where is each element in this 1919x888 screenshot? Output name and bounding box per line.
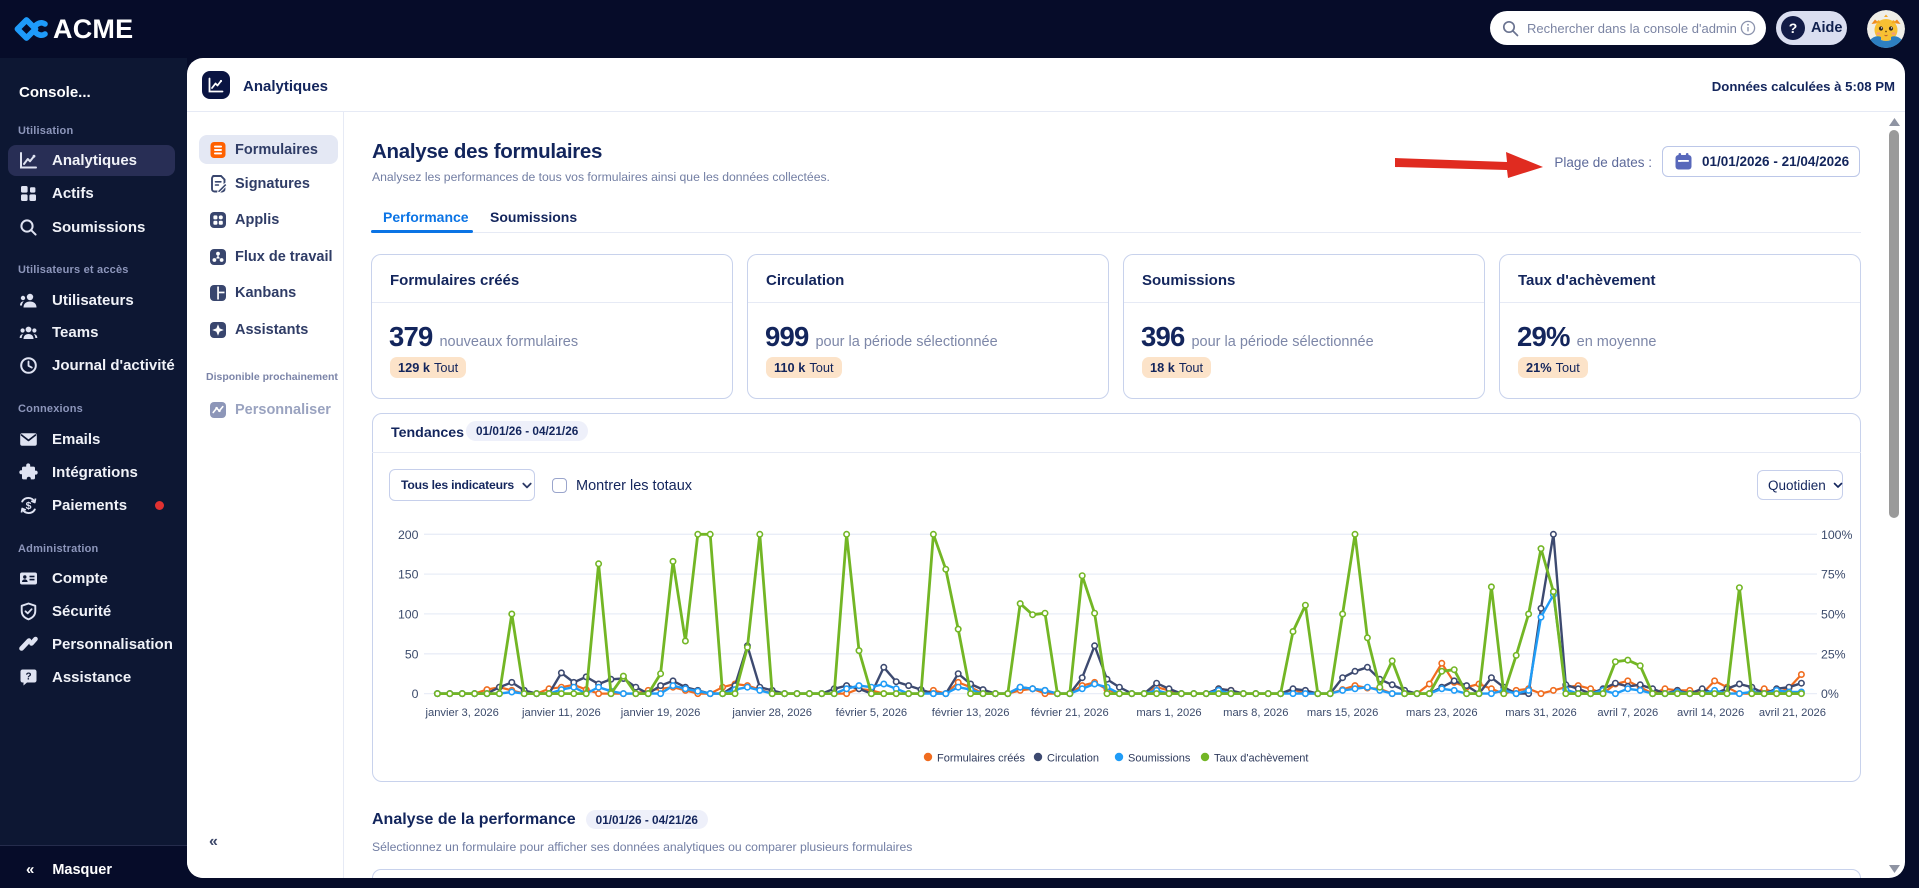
svg-text:mars 1, 2026: mars 1, 2026 (1136, 707, 1201, 719)
svg-text:25%: 25% (1821, 647, 1846, 661)
svg-text:50%: 50% (1821, 607, 1846, 621)
svg-text:100%: 100% (1821, 528, 1853, 542)
svg-text:avril 21, 2026: avril 21, 2026 (1759, 707, 1826, 719)
svg-text:Circulation: Circulation (1047, 753, 1099, 765)
svg-text:janvier 11, 2026: janvier 11, 2026 (521, 707, 601, 719)
svg-text:janvier 19, 2026: janvier 19, 2026 (620, 707, 701, 719)
svg-text:$: $ (26, 500, 32, 512)
svg-text:février 5, 2026: février 5, 2026 (836, 707, 908, 719)
svg-text:mars 8, 2026: mars 8, 2026 (1223, 707, 1288, 719)
svg-text:Formulaires créés: Formulaires créés (937, 753, 1026, 765)
svg-text:mars 23, 2026: mars 23, 2026 (1406, 707, 1478, 719)
svg-text:75%: 75% (1821, 568, 1846, 582)
svg-text:février 13, 2026: février 13, 2026 (932, 707, 1010, 719)
svg-text:50: 50 (405, 647, 419, 661)
svg-text:?: ? (25, 671, 31, 682)
svg-text:janvier 28, 2026: janvier 28, 2026 (731, 707, 812, 719)
svg-text:150: 150 (398, 568, 419, 582)
svg-text:Taux d'achèvement: Taux d'achèvement (1214, 753, 1308, 765)
svg-text:200: 200 (398, 528, 419, 542)
svg-text:février 21, 2026: février 21, 2026 (1031, 707, 1109, 719)
svg-text:avril 7, 2026: avril 7, 2026 (1597, 707, 1658, 719)
svg-text:janvier 3, 2026: janvier 3, 2026 (424, 707, 498, 719)
svg-text:Soumissions: Soumissions (1128, 753, 1191, 765)
svg-text:0: 0 (412, 687, 419, 701)
svg-text:mars 31, 2026: mars 31, 2026 (1505, 707, 1577, 719)
svg-text:0%: 0% (1821, 687, 1839, 701)
svg-text:100: 100 (398, 607, 419, 621)
svg-text:avril 14, 2026: avril 14, 2026 (1677, 707, 1744, 719)
svg-text:mars 15, 2026: mars 15, 2026 (1307, 707, 1379, 719)
